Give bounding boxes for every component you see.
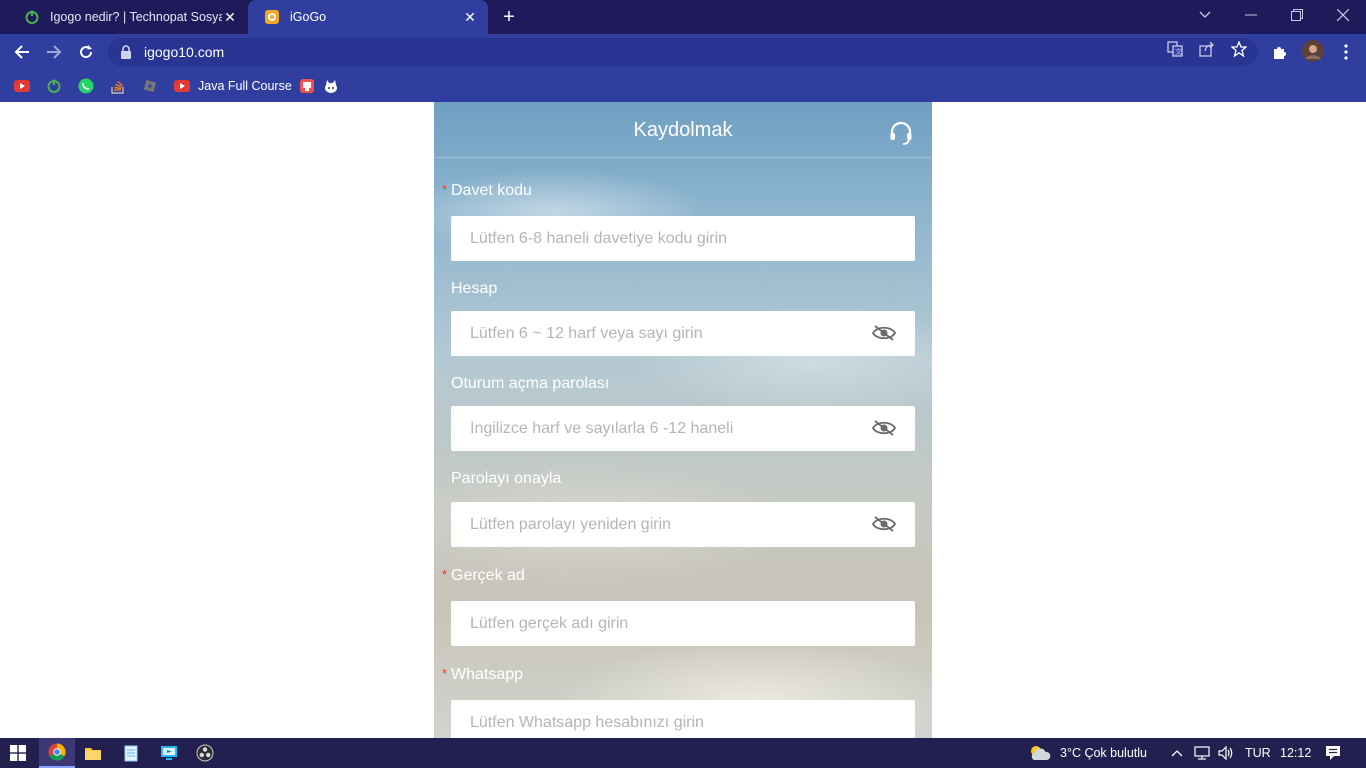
power-icon xyxy=(46,78,62,94)
bookmark-youtube[interactable] xyxy=(14,76,30,96)
chevron-up-icon[interactable] xyxy=(1168,738,1186,768)
new-tab-button[interactable]: + xyxy=(498,6,520,28)
tab-title: Igogo nedir? | Technopat Sosyal xyxy=(50,10,222,24)
account-input[interactable] xyxy=(470,324,850,343)
real-name-label: Gerçek ad xyxy=(451,567,525,584)
notifications-icon[interactable] xyxy=(1318,738,1348,768)
bookmark-cat[interactable] xyxy=(323,76,339,96)
bookmark-star-icon[interactable] xyxy=(1230,40,1248,58)
login-password-label: Oturum açma parolası xyxy=(451,375,610,392)
whatsapp-input[interactable] xyxy=(470,713,850,732)
confirm-password-input[interactable] xyxy=(470,515,850,534)
profile-avatar[interactable] xyxy=(1302,40,1324,62)
remote-desktop-icon[interactable] xyxy=(151,738,187,768)
bookmark-power[interactable] xyxy=(46,76,62,96)
minimize-button[interactable] xyxy=(1228,0,1274,30)
headset-icon[interactable] xyxy=(888,120,914,146)
translate-icon[interactable]: 文 xyxy=(1166,40,1184,58)
whatsapp-icon xyxy=(78,78,94,94)
close-tab-icon[interactable]: ✕ xyxy=(222,9,238,25)
page-content: Kaydolmak * Davet kodu Hesap Oturum açma… xyxy=(0,102,1366,738)
windows-start-icon[interactable] xyxy=(0,738,36,768)
url-text: igogo10.com xyxy=(144,44,225,60)
bookmark-java-full-course[interactable]: Java Full Course xyxy=(174,76,292,96)
reload-icon[interactable] xyxy=(74,40,98,64)
required-mark: * xyxy=(442,182,448,197)
browser-toolbar: igogo10.com 文 xyxy=(0,34,1366,70)
weather-text[interactable]: 3°C Çok bulutlu xyxy=(1060,746,1147,760)
tab-strip: Igogo nedir? | Technopat Sosyal ✕ iGoGo … xyxy=(0,0,1366,34)
close-window-button[interactable] xyxy=(1320,0,1366,30)
real-name-field[interactable] xyxy=(451,601,915,646)
taskbar: 3°C Çok bulutlu TUR 12:12 xyxy=(0,738,1366,768)
address-bar[interactable]: igogo10.com xyxy=(108,38,1258,66)
lock-icon xyxy=(120,45,134,59)
bookmark-app[interactable] xyxy=(299,76,315,96)
stackoverflow-icon xyxy=(110,78,126,94)
eye-slash-icon[interactable] xyxy=(871,514,897,534)
register-panel: Kaydolmak * Davet kodu Hesap Oturum açma… xyxy=(434,102,932,738)
weather-cloud-icon[interactable] xyxy=(1026,738,1054,768)
invite-code-field[interactable] xyxy=(451,216,915,261)
forward-icon[interactable] xyxy=(42,40,66,64)
login-password-input[interactable] xyxy=(470,419,850,438)
close-tab-icon[interactable]: ✕ xyxy=(462,9,478,25)
confirm-password-label: Parolayı onayla xyxy=(451,470,562,487)
tab-title: iGoGo xyxy=(290,10,327,24)
account-label: Hesap xyxy=(451,280,498,297)
file-explorer-icon[interactable] xyxy=(75,738,111,768)
obs-icon[interactable] xyxy=(187,738,223,768)
invite-code-input[interactable] xyxy=(470,229,850,248)
chrome-menu-icon[interactable] xyxy=(1336,42,1356,62)
bookmark-label: Java Full Course xyxy=(198,79,292,93)
bookmark-stackoverflow[interactable] xyxy=(110,76,126,96)
svg-text:文: 文 xyxy=(1175,47,1182,56)
chrome-taskbar-icon[interactable] xyxy=(39,738,75,768)
whatsapp-field[interactable] xyxy=(451,700,915,738)
bookmarks-bar: Java Full Course xyxy=(0,70,1366,102)
igogo-favicon-icon xyxy=(264,9,280,25)
tab-igogo[interactable]: iGoGo ✕ xyxy=(248,0,488,34)
confirm-password-field[interactable] xyxy=(451,502,915,547)
network-icon[interactable] xyxy=(1192,738,1212,768)
page-title: Kaydolmak xyxy=(633,119,733,141)
volume-icon[interactable] xyxy=(1216,738,1236,768)
language-indicator[interactable]: TUR xyxy=(1245,746,1271,760)
bookmark-roblox[interactable] xyxy=(142,76,158,96)
cat-icon xyxy=(323,78,339,94)
required-mark: * xyxy=(442,666,448,681)
restore-button[interactable] xyxy=(1274,0,1320,30)
app-icon xyxy=(299,78,315,94)
panel-header: Kaydolmak xyxy=(434,102,932,158)
tab-technopat[interactable]: Igogo nedir? | Technopat Sosyal ✕ xyxy=(8,0,248,34)
extensions-icon[interactable] xyxy=(1270,42,1290,62)
youtube-icon xyxy=(174,78,190,94)
youtube-icon xyxy=(14,78,30,94)
tab-search-icon[interactable] xyxy=(1182,0,1228,30)
invite-code-label: Davet kodu xyxy=(451,182,532,199)
share-icon[interactable] xyxy=(1198,40,1216,58)
clock[interactable]: 12:12 xyxy=(1280,746,1311,760)
notepad-icon[interactable] xyxy=(113,738,149,768)
eye-slash-icon[interactable] xyxy=(871,418,897,438)
eye-slash-icon[interactable] xyxy=(871,323,897,343)
account-field[interactable] xyxy=(451,311,915,356)
bookmark-whatsapp[interactable] xyxy=(78,76,94,96)
login-password-field[interactable] xyxy=(451,406,915,451)
power-icon xyxy=(24,9,40,25)
required-mark: * xyxy=(442,567,448,582)
whatsapp-label: Whatsapp xyxy=(451,666,524,683)
back-icon[interactable] xyxy=(10,40,34,64)
real-name-input[interactable] xyxy=(470,614,850,633)
roblox-icon xyxy=(142,78,158,94)
